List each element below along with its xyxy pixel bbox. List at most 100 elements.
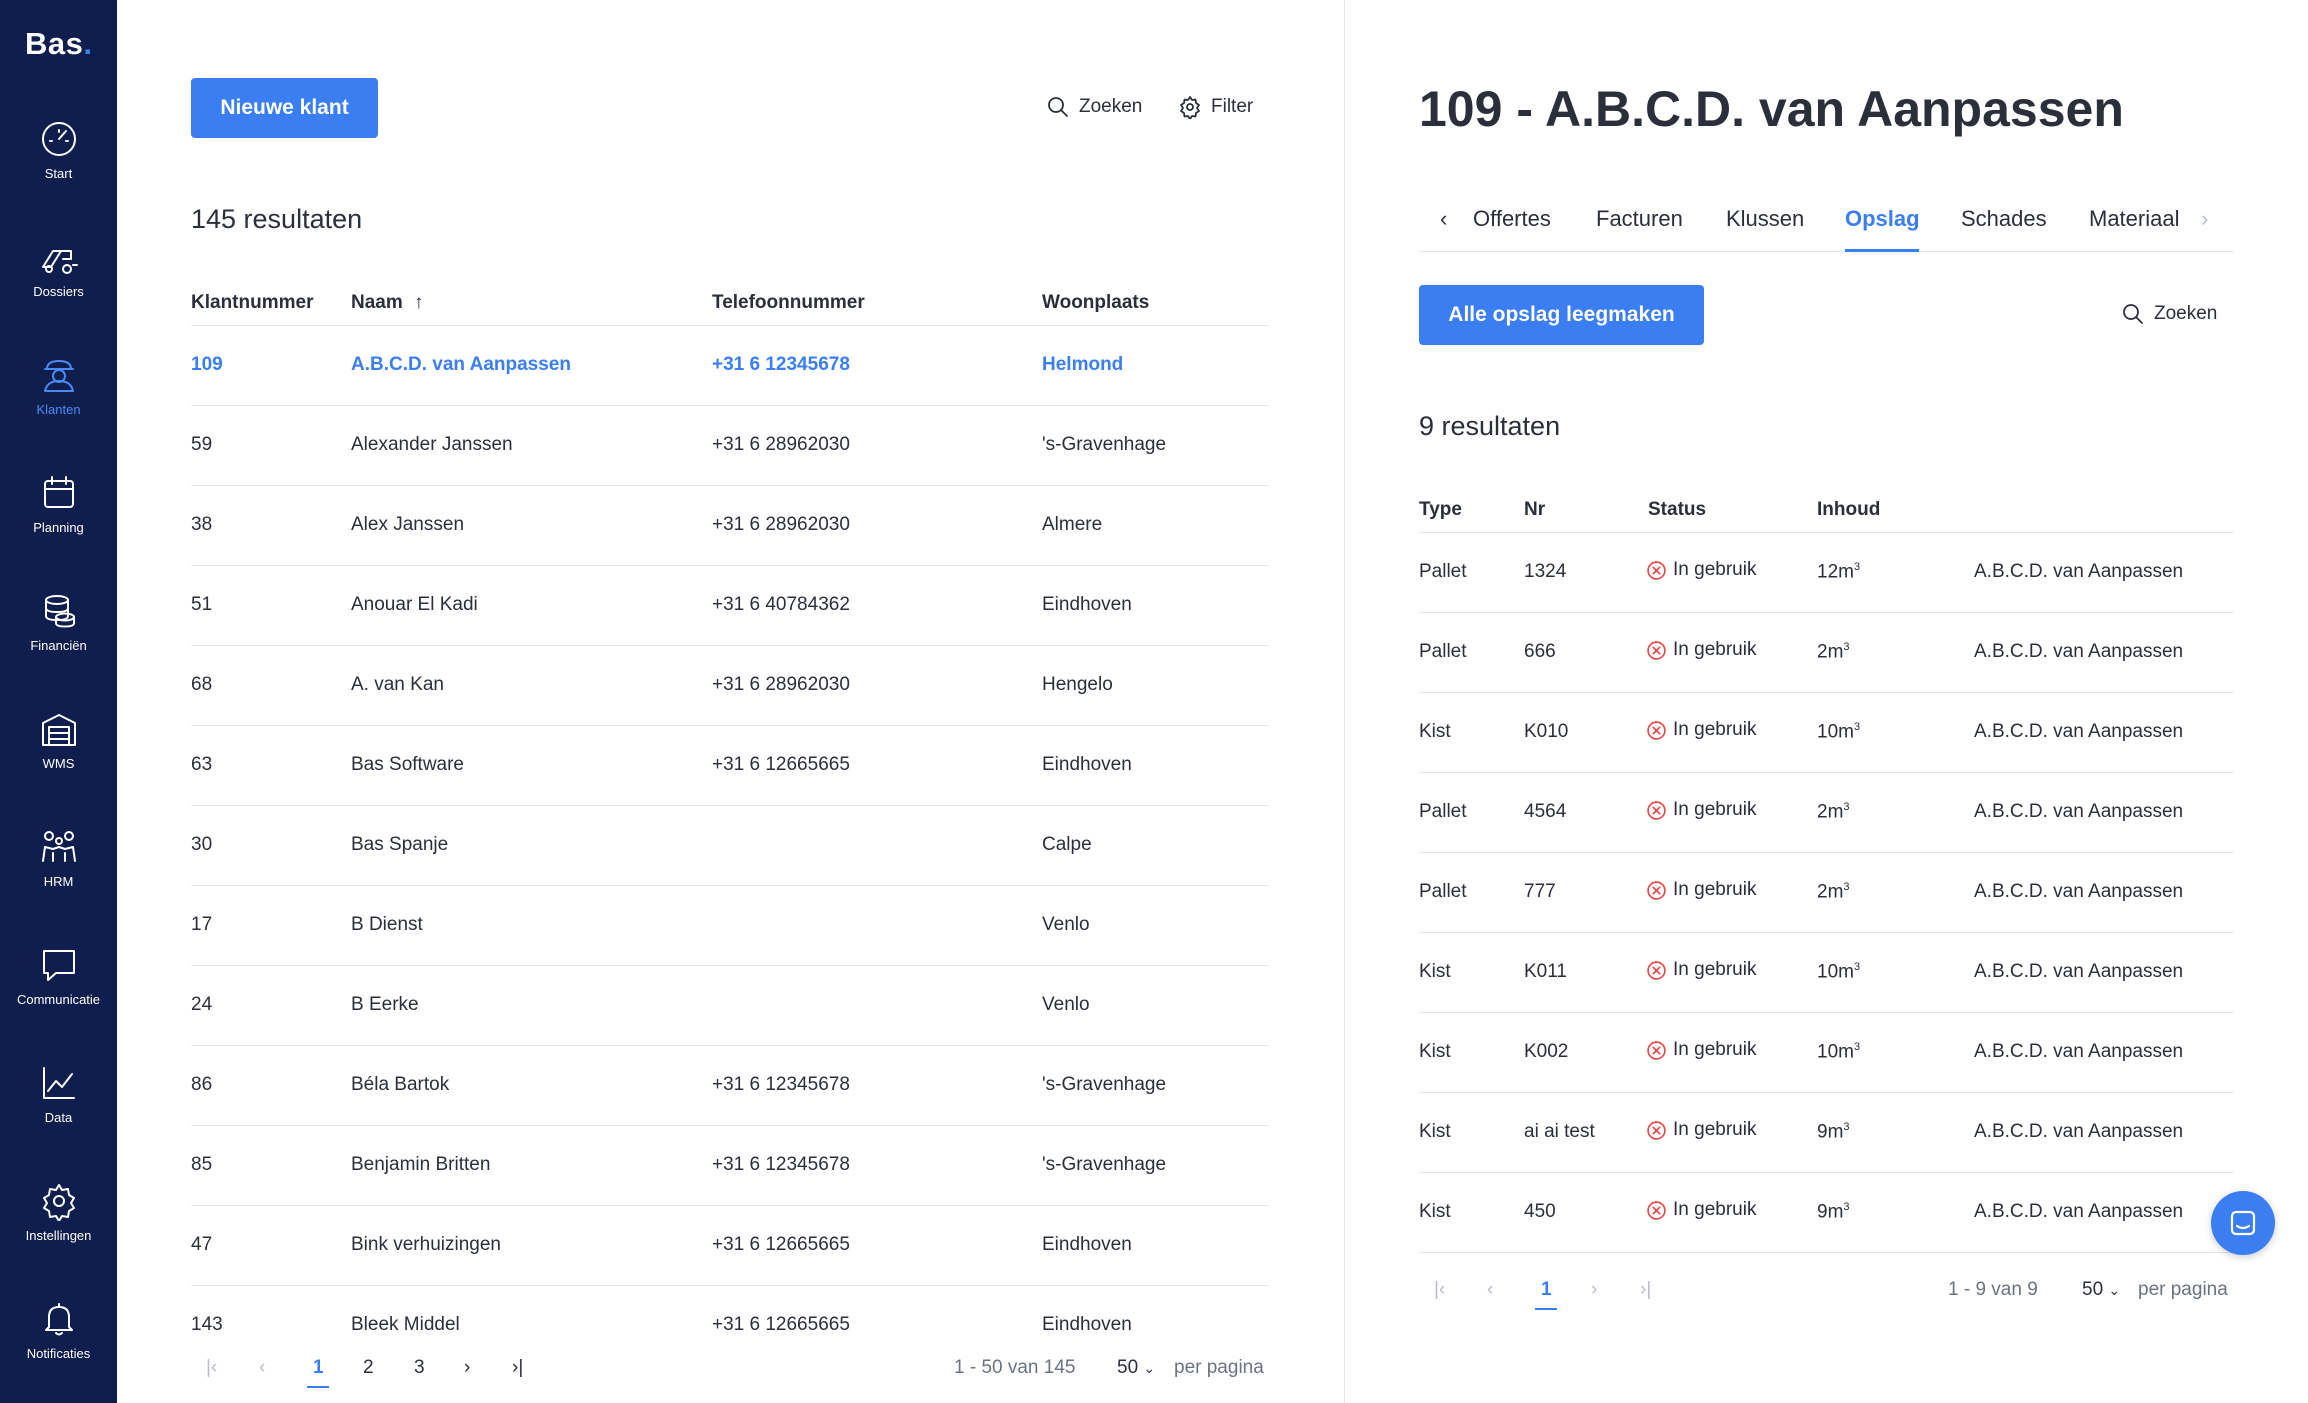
sidebar-item-dossiers[interactable]: Dossiers — [0, 209, 117, 327]
sidebar-item-label: WMS — [42, 756, 75, 771]
last-page-icon[interactable]: ›| — [512, 1357, 523, 1379]
table-row[interactable]: 30 Bas Spanje Calpe — [191, 806, 1269, 886]
table-row[interactable]: 17 B Dienst Venlo — [191, 886, 1269, 966]
table-row[interactable]: 47 Bink verhuizingen +31 6 12665665 Eindhov… — [191, 1206, 1269, 1286]
tab-offertes[interactable]: Offertes — [1473, 206, 1551, 232]
cell-klantnummer: 38 — [191, 514, 213, 535]
volume-unit: m — [1827, 801, 1844, 823]
table-row[interactable]: Kist K002 In gebruik 10m3 A.B.C.D. van Aanpa… — [1419, 1013, 2234, 1093]
table-row[interactable]: 143 Bleek Middel +31 6 12665665 Eindhoven — [191, 1286, 1269, 1366]
app-logo[interactable]: Bas. — [25, 26, 93, 62]
tab-facturen[interactable]: Facturen — [1596, 206, 1683, 232]
sidebar-item-financien[interactable]: Financiën — [0, 563, 117, 681]
column-header-telefoonnummer[interactable]: Telefoonnummer — [712, 292, 865, 314]
column-header-inhoud[interactable]: Inhoud — [1817, 499, 1880, 521]
column-header-naam[interactable]: Naam ↑ — [351, 292, 424, 314]
prev-page-icon[interactable]: ‹ — [259, 1357, 265, 1379]
cell-owner: A.B.C.D. van Aanpassen — [1974, 641, 2184, 662]
sidebar-item-notificaties[interactable]: Notificaties — [0, 1271, 117, 1389]
table-row[interactable]: 51 Anouar El Kadi +31 6 40784362 Eindhoven — [191, 566, 1269, 646]
volume-unit-exponent: 3 — [1843, 801, 1850, 813]
sidebar-item-hrm[interactable]: HRM — [0, 799, 117, 917]
tabs-next-icon[interactable]: › — [2201, 206, 2208, 232]
page-1-button[interactable]: 1 — [313, 1357, 324, 1379]
sidebar-item-label: Instellingen — [25, 1228, 92, 1243]
per-page-label: per pagina — [2138, 1279, 2228, 1300]
next-page-icon[interactable]: › — [464, 1357, 470, 1379]
search-button[interactable]: Zoeken — [2121, 302, 2217, 326]
table-row[interactable]: Kist K010 In gebruik 10m3 A.B.C.D. van Aanpa… — [1419, 693, 2234, 773]
table-row[interactable]: 86 Béla Bartok +31 6 12345678 's-Gravenhage — [191, 1046, 1269, 1126]
new-customer-button[interactable]: Nieuwe klant — [191, 78, 378, 138]
customer-list-panel: Nieuwe klant Zoeken Filter 145 resultate… — [117, 0, 1344, 1403]
table-row[interactable]: Kist K011 In gebruik 10m3 A.B.C.D. van Aanpa… — [1419, 933, 2234, 1013]
filter-button[interactable]: Filter — [1178, 95, 1253, 119]
page-2-button[interactable]: 2 — [363, 1357, 374, 1379]
cell-telefoonnummer: +31 6 12665665 — [712, 1314, 850, 1335]
cell-woonplaats: Eindhoven — [1042, 1314, 1132, 1335]
search-icon — [2123, 304, 2143, 324]
tab-klussen[interactable]: Klussen — [1726, 206, 1804, 232]
column-header-klantnummer[interactable]: Klantnummer — [191, 292, 313, 314]
sidebar-item-communicatie[interactable]: Communicatie — [0, 917, 117, 1035]
volume-value: 9 — [1817, 1201, 1828, 1223]
table-row[interactable]: 24 B Eerke Venlo — [191, 966, 1269, 1046]
table-row[interactable]: Kist ai ai test In gebruik 9m3 A.B.C.D. van … — [1419, 1093, 2234, 1173]
cell-inhoud: 2m3 — [1817, 801, 1850, 823]
sidebar-item-instellingen[interactable]: Instellingen — [0, 1153, 117, 1271]
error-circle-icon — [1647, 1040, 1666, 1060]
page-1-button[interactable]: 1 — [1541, 1279, 1552, 1301]
next-page-icon[interactable]: › — [1591, 1279, 1597, 1301]
sidebar-item-klanten[interactable]: Klanten — [0, 327, 117, 445]
per-page-select[interactable]: 50 ⌄ — [2082, 1279, 2120, 1301]
prev-page-icon[interactable]: ‹ — [1487, 1279, 1493, 1301]
column-header-woonplaats[interactable]: Woonplaats — [1042, 292, 1149, 314]
sidebar-item-data[interactable]: Data — [0, 1035, 117, 1153]
table-row[interactable]: Pallet 666 In gebruik 2m3 A.B.C.D. van Aanpa… — [1419, 613, 2234, 693]
tab-opslag[interactable]: Opslag — [1845, 206, 1920, 232]
table-row[interactable]: 68 A. van Kan +31 6 28962030 Hengelo — [191, 646, 1269, 726]
cell-naam: Bleek Middel — [351, 1314, 460, 1335]
column-header-nr[interactable]: Nr — [1524, 499, 1545, 521]
page-3-button[interactable]: 3 — [414, 1357, 425, 1379]
cell-nr: K011 — [1524, 961, 1567, 982]
cell-woonplaats: Almere — [1042, 514, 1103, 535]
chat-icon — [2230, 1210, 2256, 1236]
tab-materiaal[interactable]: Materiaal — [2089, 206, 2179, 232]
column-header-type[interactable]: Type — [1419, 499, 1462, 521]
tab-schades[interactable]: Schades — [1961, 206, 2047, 232]
sort-ascending-icon: ↑ — [414, 292, 424, 313]
sidebar-item-wms[interactable]: WMS — [0, 681, 117, 799]
table-row[interactable]: 38 Alex Janssen +31 6 28962030 Almere — [191, 486, 1269, 566]
table-row[interactable]: 109 A.B.C.D. van Aanpassen +31 6 12345678 H… — [191, 326, 1269, 406]
first-page-icon[interactable]: |‹ — [206, 1357, 217, 1379]
tabs-prev-icon[interactable]: ‹ — [1440, 206, 1447, 232]
last-page-icon[interactable]: ›| — [1640, 1279, 1651, 1301]
sidebar-item-label: Data — [44, 1110, 73, 1125]
volume-unit-exponent: 3 — [1853, 961, 1861, 973]
support-chat-button[interactable] — [2211, 1191, 2275, 1255]
clear-storage-button[interactable]: Alle opslag leegmaken — [1419, 285, 1704, 345]
cell-woonplaats: Eindhoven — [1042, 594, 1132, 615]
per-page-select[interactable]: 50 ⌄ — [1117, 1357, 1155, 1379]
table-row[interactable]: Pallet 4564 In gebruik 2m3 A.B.C.D. van Aanp… — [1419, 773, 2234, 853]
cell-inhoud: 2m3 — [1817, 641, 1850, 663]
cell-woonplaats: Helmond — [1042, 354, 1124, 375]
sidebar-item-start[interactable]: Start — [0, 91, 117, 209]
cell-telefoonnummer: +31 6 12345678 — [712, 354, 850, 375]
search-button[interactable]: Zoeken — [1046, 95, 1142, 119]
cell-owner: A.B.C.D. van Aanpassen — [1974, 881, 2184, 902]
table-row[interactable]: 85 Benjamin Britten +31 6 12345678 's-Grave… — [191, 1126, 1269, 1206]
first-page-icon[interactable]: |‹ — [1434, 1279, 1445, 1301]
cell-nr: 666 — [1524, 641, 1556, 662]
cell-telefoonnummer: +31 6 12345678 — [712, 1074, 850, 1095]
sidebar-item-planning[interactable]: Planning — [0, 445, 117, 563]
error-circle-icon — [1647, 960, 1666, 980]
cell-nr: K010 — [1524, 721, 1569, 742]
table-row[interactable]: Pallet 1324 In gebruik 12m3 A.B.C.D. van Aan… — [1419, 533, 2234, 613]
table-row[interactable]: 59 Alexander Janssen +31 6 28962030 's-Grav… — [191, 406, 1269, 486]
table-row[interactable]: Kist 450 In gebruik 9m3 A.B.C.D. van Aanpass… — [1419, 1173, 2234, 1253]
table-row[interactable]: 63 Bas Software +31 6 12665665 Eindhoven — [191, 726, 1269, 806]
table-row[interactable]: Pallet 777 In gebruik 2m3 A.B.C.D. van Aanpa… — [1419, 853, 2234, 933]
column-header-status[interactable]: Status — [1648, 499, 1706, 521]
